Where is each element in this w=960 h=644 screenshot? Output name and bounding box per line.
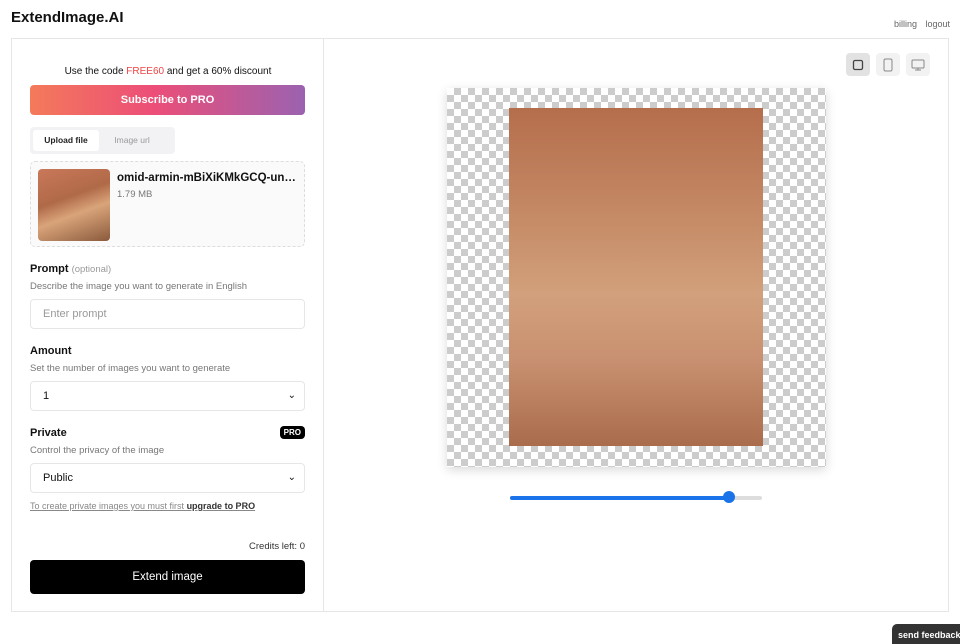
promo-code: FREE60 [126,66,165,77]
app-logo: ExtendImage.AI [11,9,124,26]
file-name: omid-armin-mBiXiKMkGCQ-unsplash.jpg [117,172,302,184]
extend-canvas[interactable] [447,88,826,467]
workspace: Use the code FREE60 and get a 60% discou… [11,38,949,612]
file-size: 1.79 MB [117,189,153,200]
settings-panel: Use the code FREE60 and get a 60% discou… [12,39,324,611]
prompt-desc: Describe the image you want to generate … [30,281,248,292]
top-links: billing logout [888,19,950,29]
credits-left: Credits left: 0 [249,541,305,552]
source-tabs: Upload file Image url [30,127,175,154]
tab-image-url[interactable]: Image url [99,130,165,151]
send-feedback-button[interactable]: send feedback [892,624,960,644]
prompt-input[interactable]: Enter prompt [30,299,305,329]
tab-upload-file[interactable]: Upload file [33,130,99,151]
amount-desc: Set the number of images you want to gen… [30,363,231,374]
amount-select[interactable]: 1 ⌄ [30,381,305,411]
private-label: Private [30,427,67,439]
portrait-button[interactable] [876,53,900,76]
uploaded-file[interactable]: omid-armin-mBiXiKMkGCQ-unsplash.jpg 1.79… [30,161,305,247]
source-photo [509,108,763,446]
upgrade-note[interactable]: To create private images you must first … [30,501,255,511]
logout-link[interactable]: logout [925,19,950,29]
billing-link[interactable]: billing [894,19,917,29]
square-button[interactable] [846,53,870,76]
amount-label: Amount [30,345,72,357]
landscape-button[interactable] [906,53,930,76]
prompt-label: Prompt (optional) [30,263,112,275]
private-desc: Control the privacy of the image [30,445,165,456]
file-thumbnail [38,169,110,241]
promo-text: Use the code FREE60 and get a 60% discou… [64,66,272,77]
zoom-slider[interactable] [510,491,762,503]
chevron-down-icon: ⌄ [287,390,296,401]
square-icon [852,59,864,70]
monitor-icon [911,59,925,70]
slider-fill [510,496,730,500]
phone-icon [883,58,893,71]
chevron-down-icon: ⌄ [287,472,296,483]
extend-image-button[interactable]: Extend image [30,560,305,594]
pro-badge: PRO [279,426,305,439]
subscribe-button[interactable]: Subscribe to PRO [30,85,305,115]
aspect-buttons [846,53,930,76]
privacy-select[interactable]: Public ⌄ [30,463,305,493]
slider-thumb[interactable] [723,491,736,503]
